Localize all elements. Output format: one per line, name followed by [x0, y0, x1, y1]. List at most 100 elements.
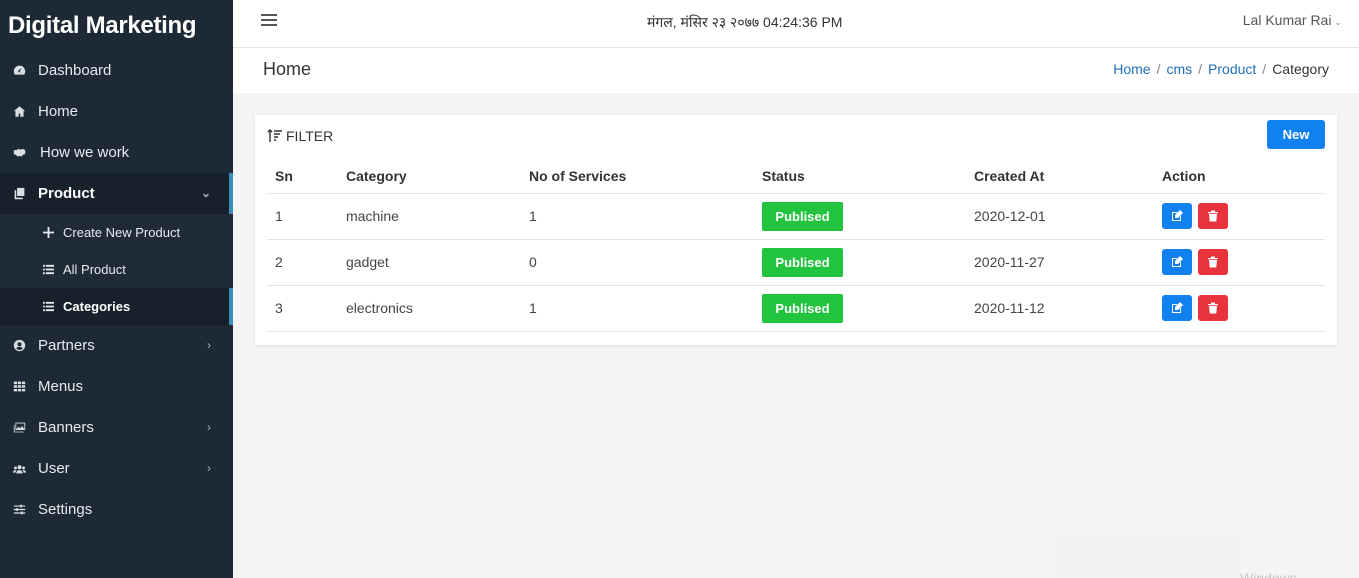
sidebar-subitem-label: All Product — [63, 262, 126, 277]
chevron-right-icon: › — [207, 461, 211, 475]
breadcrumb-current: Category — [1272, 61, 1329, 77]
sidebar-item-user[interactable]: User › — [0, 448, 233, 489]
hamburger-menu-icon[interactable] — [261, 14, 277, 28]
column-header-created: Created At — [966, 160, 1154, 194]
cell-action — [1154, 239, 1325, 286]
sidebar-subitem-label: Create New Product — [63, 225, 181, 240]
edit-icon — [1172, 302, 1183, 313]
cell-category: electronics — [338, 285, 521, 332]
breadcrumb-separator: / — [1262, 61, 1267, 77]
sidebar-item-home[interactable]: Home — [0, 91, 233, 132]
sidebar: Digital Marketing Dashboard Home How we … — [0, 0, 233, 578]
cell-status: Publised — [754, 285, 966, 332]
status-badge: Publised — [762, 247, 843, 277]
column-header-category: Category — [338, 160, 521, 194]
cell-category: gadget — [338, 239, 521, 286]
sidebar-item-label: How we work — [40, 144, 130, 161]
table-row: 1 machine 1 Publised 2020-12-01 — [267, 193, 1325, 240]
breadcrumb: Home / cms / Product / Category — [1113, 61, 1329, 77]
cell-created: 2020-11-27 — [966, 239, 1154, 286]
column-header-action: Action — [1154, 160, 1325, 194]
list-icon — [42, 264, 54, 275]
topbar: मंगल, मंसिर २३ २०७७ 04:24:36 PM Lal Kuma… — [233, 0, 1359, 48]
edit-button[interactable] — [1162, 295, 1192, 321]
cell-services: 0 — [521, 239, 754, 286]
user-menu[interactable]: Lal Kumar Rai ⌄ — [1243, 12, 1342, 28]
handshake-icon — [12, 145, 27, 160]
sidebar-item-settings[interactable]: Settings — [0, 489, 233, 530]
status-badge: Publised — [762, 201, 843, 231]
chevron-down-icon: ⌄ — [1334, 17, 1342, 27]
cell-category: machine — [338, 193, 521, 240]
breadcrumb-separator: / — [1156, 61, 1161, 77]
sidebar-item-how-we-work[interactable]: How we work — [0, 132, 233, 173]
edit-icon — [1172, 256, 1183, 267]
datetime-display: मंगल, मंसिर २३ २०७७ 04:24:36 PM — [647, 14, 843, 30]
sidebar-item-label: Product — [38, 185, 95, 202]
category-table: Sn Category No of Services Status Create… — [267, 160, 1325, 332]
new-category-button[interactable]: New — [1267, 120, 1325, 149]
breadcrumb-home[interactable]: Home — [1113, 61, 1150, 77]
brand-title[interactable]: Digital Marketing — [0, 0, 233, 50]
user-circle-icon — [12, 338, 27, 353]
breadcrumb-cms[interactable]: cms — [1166, 61, 1192, 77]
sidebar-item-label: User — [38, 460, 70, 477]
table-header-row: Sn Category No of Services Status Create… — [267, 160, 1325, 194]
column-header-status: Status — [754, 160, 966, 194]
sidebar-subitem-create-new-product[interactable]: Create New Product — [0, 214, 233, 251]
breadcrumb-product[interactable]: Product — [1208, 61, 1256, 77]
copy-icon — [12, 186, 27, 201]
category-card: FILTER New Sn Category No of Services St… — [255, 115, 1337, 345]
page-title: Home — [263, 59, 312, 79]
page-header: Home Home / cms / Product / Category — [233, 48, 1359, 93]
cell-sn: 1 — [267, 193, 338, 240]
images-icon — [12, 420, 27, 435]
sidebar-subitem-categories[interactable]: Categories — [0, 288, 233, 325]
sidebar-item-banners[interactable]: Banners › — [0, 407, 233, 448]
sidebar-item-product[interactable]: Product ⌄ — [0, 173, 233, 214]
sidebar-subitem-all-product[interactable]: All Product — [0, 251, 233, 288]
sidebar-item-partners[interactable]: Partners › — [0, 325, 233, 366]
sidebar-item-label: Menus — [38, 378, 84, 395]
sidebar-subitem-label: Categories — [63, 299, 131, 314]
cell-services: 1 — [521, 193, 754, 240]
cell-sn: 2 — [267, 239, 338, 286]
sliders-icon — [12, 502, 27, 517]
cell-status: Publised — [754, 239, 966, 286]
cell-services: 1 — [521, 285, 754, 332]
filter-toggle[interactable]: FILTER — [267, 128, 333, 144]
windows-watermark: Windows — [1240, 570, 1297, 578]
plus-icon — [42, 227, 54, 238]
column-header-sn: Sn — [267, 160, 338, 194]
sidebar-item-dashboard[interactable]: Dashboard — [0, 50, 233, 91]
table-row: 2 gadget 0 Publised 2020-11-27 — [267, 239, 1325, 286]
cell-status: Publised — [754, 193, 966, 240]
sidebar-item-label: Banners — [38, 419, 94, 436]
edit-button[interactable] — [1162, 249, 1192, 275]
status-badge: Publised — [762, 293, 843, 323]
edit-icon — [1172, 210, 1183, 221]
delete-button[interactable] — [1197, 203, 1228, 229]
sort-filter-icon — [267, 129, 282, 142]
home-icon — [12, 104, 27, 119]
trash-icon — [1207, 210, 1218, 222]
sidebar-item-label: Dashboard — [38, 62, 112, 79]
table-row: 3 electronics 1 Publised 2020-11-12 — [267, 285, 1325, 332]
chevron-down-icon: ⌄ — [200, 186, 211, 200]
delete-button[interactable] — [1197, 295, 1228, 321]
chevron-right-icon: › — [207, 420, 211, 434]
cell-action — [1154, 285, 1325, 332]
delete-button[interactable] — [1197, 249, 1228, 275]
breadcrumb-separator: / — [1198, 61, 1203, 77]
edit-button[interactable] — [1162, 203, 1192, 229]
cell-action — [1154, 193, 1325, 240]
cell-created: 2020-11-12 — [966, 285, 1154, 332]
filter-label: FILTER — [286, 128, 334, 144]
users-icon — [12, 461, 27, 476]
cell-created: 2020-12-01 — [966, 193, 1154, 240]
sidebar-item-label: Partners — [38, 337, 95, 354]
sidebar-item-menus[interactable]: Menus — [0, 366, 233, 407]
cell-sn: 3 — [267, 285, 338, 332]
list-icon — [42, 301, 54, 312]
sidebar-item-label: Settings — [38, 501, 93, 518]
